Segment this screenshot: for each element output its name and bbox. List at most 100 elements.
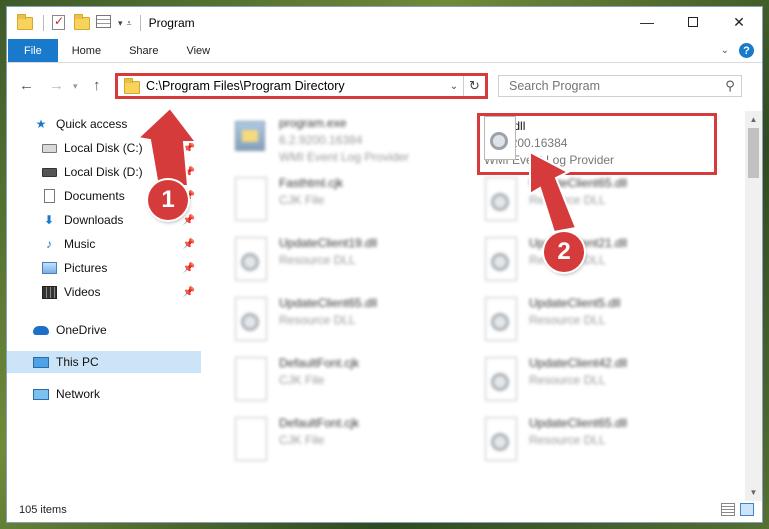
- dll-file-icon: [481, 357, 521, 405]
- recent-locations-icon[interactable]: ▾: [73, 81, 78, 92]
- pin-icon[interactable]: 📌: [183, 143, 195, 154]
- tiles-view-icon[interactable]: [740, 503, 754, 516]
- sidebar-item-videos[interactable]: Videos 📌: [7, 281, 201, 303]
- close-button[interactable]: ✕: [716, 7, 762, 37]
- sidebar-item-network[interactable]: Network: [7, 383, 201, 405]
- dll-file-icon: [481, 297, 521, 345]
- ribbon-controls: ⌄ ?: [721, 43, 754, 58]
- properties-check-icon[interactable]: [52, 14, 68, 31]
- file-name: UpdateClient5.dll: [529, 296, 621, 310]
- list-item[interactable]: UpdateClient65.dll Resource DLL: [231, 295, 471, 351]
- quick-access-toolbar: ▾ ⩡ Program: [7, 7, 195, 39]
- exe-file-icon: [231, 117, 271, 165]
- toolbar-divider: [139, 15, 141, 31]
- customize-toolbar-icon[interactable]: ⩡: [127, 18, 132, 29]
- file-description: WMI Event Log Provider: [279, 150, 410, 164]
- sidebar-item-label: Quick access: [56, 117, 128, 131]
- chevron-down-icon[interactable]: ▾: [118, 18, 123, 29]
- highlighted-file-ntevt[interactable]: ntevt.dll 6.2.9200.16384 WMI Event Log P…: [477, 113, 717, 175]
- file-type: Resource DLL: [279, 313, 356, 327]
- sidebar-item-label: OneDrive: [56, 323, 107, 337]
- list-item[interactable]: UpdateClient65.dll Resource DLL: [481, 415, 721, 471]
- file-icon: [231, 417, 271, 465]
- up-arrow-icon[interactable]: ↑: [93, 77, 101, 94]
- pin-icon[interactable]: 📌: [183, 239, 195, 250]
- refresh-icon[interactable]: ↻: [463, 76, 485, 96]
- help-icon[interactable]: ?: [739, 43, 754, 58]
- file-type: CJK File: [279, 433, 325, 447]
- navigation-bar: ← → ▾ ↑ C:\Program Files\Program Directo…: [7, 71, 762, 101]
- documents-icon: [41, 189, 57, 203]
- sidebar-item-label: This PC: [56, 355, 99, 369]
- file-name: Fasthtml.cjk: [279, 176, 344, 190]
- file-type: CJK File: [279, 373, 325, 387]
- address-path[interactable]: C:\Program Files\Program Directory: [146, 79, 445, 93]
- item-count: 105 items: [19, 504, 67, 516]
- toolbar-divider: [43, 15, 44, 31]
- file-name: DefaultFont.cjk: [279, 416, 360, 430]
- new-folder-icon[interactable]: [74, 14, 90, 31]
- file-list: program.exe 6.2.9200.16384 WMI Event Log…: [211, 111, 743, 491]
- maximize-button[interactable]: [670, 7, 716, 37]
- maximize-icon: [688, 17, 698, 27]
- tab-view[interactable]: View: [172, 39, 224, 62]
- search-icon[interactable]: ⚲: [719, 78, 741, 94]
- vertical-scrollbar[interactable]: ▲ ▼: [745, 111, 762, 501]
- properties-icon[interactable]: [96, 15, 112, 31]
- expand-ribbon-icon[interactable]: ⌄: [721, 45, 729, 56]
- close-icon: ✕: [733, 13, 745, 30]
- tab-file[interactable]: File: [8, 39, 58, 62]
- chevron-down-icon[interactable]: ⌄: [445, 81, 463, 92]
- file-name: UpdateClient65.dll: [529, 176, 628, 190]
- tab-share[interactable]: Share: [115, 39, 172, 62]
- file-name: program.exe: [279, 116, 347, 130]
- pin-icon[interactable]: 📌: [183, 215, 195, 226]
- search-input[interactable]: [509, 79, 719, 93]
- sidebar-item-music[interactable]: ♪ Music 📌: [7, 233, 201, 255]
- file-type: Resource DLL: [529, 313, 606, 327]
- sidebar-item-local-disk-c[interactable]: Local Disk (C:) 📌: [7, 137, 201, 159]
- view-switcher: [721, 503, 754, 516]
- forward-arrow-icon[interactable]: →: [49, 77, 64, 94]
- list-item[interactable]: UpdateClient19.dll Resource DLL: [231, 235, 471, 291]
- sidebar-item-onedrive[interactable]: OneDrive: [7, 319, 201, 341]
- details-view-icon[interactable]: [721, 503, 735, 516]
- pin-icon[interactable]: 📌: [183, 263, 195, 274]
- window-title: Program: [148, 16, 195, 30]
- list-item[interactable]: DefaultFont.cjk CJK File: [231, 415, 471, 471]
- sidebar-item-pictures[interactable]: Pictures 📌: [7, 257, 201, 279]
- list-item[interactable]: Fasthtml.cjk CJK File: [231, 175, 471, 231]
- file-name: DefaultFont.cjk: [279, 356, 360, 370]
- sidebar-item-label: Network: [56, 387, 101, 401]
- file-version: 6.2.9200.16384: [279, 133, 363, 147]
- pin-icon[interactable]: 📌: [183, 287, 195, 298]
- list-item[interactable]: UpdateClient5.dll Resource DLL: [481, 295, 721, 351]
- back-arrow-icon[interactable]: ←: [19, 77, 34, 94]
- videos-icon: [41, 285, 57, 299]
- file-type: Resource DLL: [279, 253, 356, 267]
- list-item[interactable]: UpdateClient42.dll Resource DLL: [481, 355, 721, 411]
- pin-icon[interactable]: 📌: [183, 167, 195, 178]
- scroll-up-icon[interactable]: ▲: [745, 111, 762, 128]
- sidebar-item-quick-access[interactable]: ★ Quick access: [7, 113, 201, 135]
- explorer-window: ▾ ⩡ Program — ✕ File Home Share View ⌄ ?…: [6, 6, 763, 523]
- address-bar[interactable]: C:\Program Files\Program Directory ⌄ ↻: [115, 73, 488, 99]
- callout-step-1: 1: [148, 180, 188, 220]
- pictures-icon: [41, 261, 57, 275]
- minimize-button[interactable]: —: [624, 7, 670, 37]
- dll-file-icon: [481, 237, 521, 285]
- sidebar-item-label: Local Disk (C:): [64, 141, 143, 155]
- file-name: UpdateClient42.dll: [529, 356, 628, 370]
- search-box[interactable]: ⚲: [498, 75, 742, 97]
- sidebar-item-this-pc[interactable]: This PC: [7, 351, 201, 373]
- file-name: UpdateClient65.dll: [279, 296, 378, 310]
- ribbon-tabs: File Home Share View ⌄ ?: [7, 39, 762, 63]
- list-item[interactable]: DefaultFont.cjk CJK File: [231, 355, 471, 411]
- list-item[interactable]: program.exe 6.2.9200.16384 WMI Event Log…: [231, 115, 471, 171]
- music-icon: ♪: [46, 237, 52, 251]
- list-item[interactable]: UpdateClient21.dll Resource DLL: [481, 235, 721, 291]
- tab-home[interactable]: Home: [58, 39, 115, 62]
- file-type: Resource DLL: [529, 193, 606, 207]
- list-item[interactable]: UpdateClient65.dll Resource DLL: [481, 175, 721, 231]
- scroll-thumb[interactable]: [748, 128, 759, 178]
